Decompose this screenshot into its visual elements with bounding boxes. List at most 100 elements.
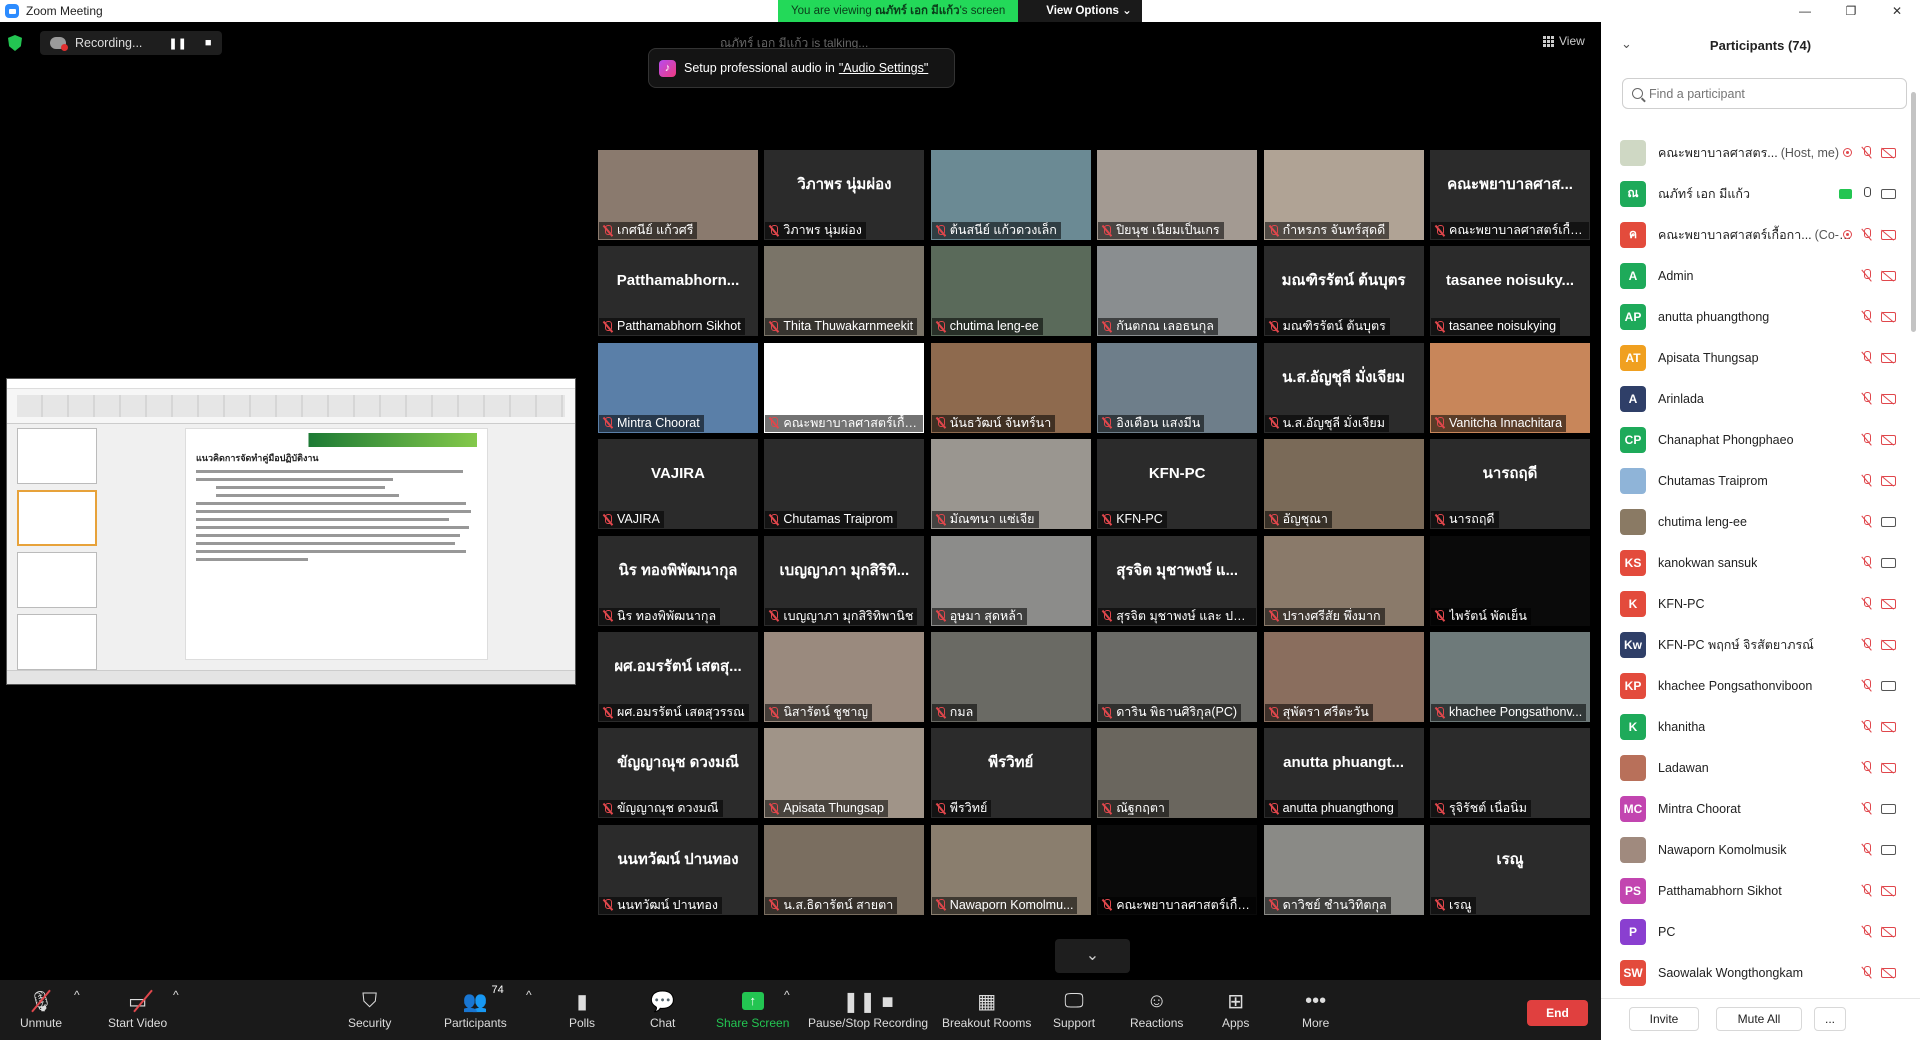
video-tile[interactable]: พีรวิทย์ พีรวิทย์ bbox=[930, 728, 1091, 819]
share-screen-button[interactable]: ↑ Share Screen bbox=[716, 988, 789, 1030]
video-tile[interactable]: นิสารัตน์ ชูชาญ bbox=[764, 632, 925, 722]
participant-row[interactable]: คณะพยาบาลศาสตร... (Host, me) bbox=[1601, 132, 1920, 173]
search-input[interactable] bbox=[1649, 86, 1879, 101]
video-tile[interactable]: ปรางศรีสัย พึ่งมาก bbox=[1263, 535, 1424, 626]
video-tile[interactable]: คณะพยาบาลศาสตร์เกื้อก... bbox=[764, 342, 925, 433]
video-tile[interactable]: Patthamabhorn... Patthamabhorn Sikhot bbox=[598, 246, 758, 337]
video-tile[interactable]: อุษมา สุดหล้า bbox=[930, 535, 1091, 626]
video-tile[interactable]: นันธวัฒน์ จันทร์นา bbox=[930, 342, 1091, 433]
participant-row[interactable]: SW Saowalak Wongthongkam bbox=[1601, 952, 1920, 993]
maximize-icon[interactable]: ❐ bbox=[1828, 0, 1874, 22]
participant-row[interactable]: Nawaporn Komolmusik bbox=[1601, 829, 1920, 870]
video-tile[interactable]: Nawaporn Komolmu... bbox=[930, 824, 1091, 915]
video-tile[interactable]: นารถฤดี นารถฤดี bbox=[1430, 439, 1590, 530]
video-tile[interactable]: ผศ.อมรรัตน์ เสตสุ... ผศ.อมรรัตน์ เสตสุวรร… bbox=[598, 632, 758, 722]
video-tile[interactable]: เบญญาภา มุกสิริทิ... เบญญาภา มุกสิริทิพาน… bbox=[764, 535, 925, 626]
pause-recording-icon[interactable]: ❚❚ bbox=[168, 37, 186, 50]
video-tile[interactable]: Apisata Thungsap bbox=[764, 728, 925, 819]
audio-options-chevron-icon[interactable]: ^ bbox=[74, 988, 80, 1002]
participant-row[interactable]: Kw KFN-PC พฤกษ์ จิรสัตยาภรณ์ bbox=[1601, 624, 1920, 665]
video-tile[interactable]: กมล bbox=[930, 632, 1091, 722]
breakout-rooms-button[interactable]: ▦ Breakout Rooms bbox=[942, 988, 1031, 1031]
participant-row[interactable]: Kkhanitha bbox=[1601, 706, 1920, 747]
video-tile[interactable]: chutima leng-ee bbox=[930, 246, 1091, 337]
video-tile[interactable]: Thita Thuwakarnmeekit bbox=[764, 246, 925, 337]
participant-row[interactable]: chutima leng-ee bbox=[1601, 501, 1920, 542]
video-tile[interactable]: ไพรัตน์ พัดเย็น bbox=[1430, 535, 1590, 626]
video-tile[interactable]: anutta phuangt... anutta phuangthong bbox=[1263, 728, 1424, 819]
participant-row[interactable]: AP anutta phuangthong bbox=[1601, 296, 1920, 337]
more-button[interactable]: ••• More bbox=[1302, 988, 1329, 1031]
participant-row[interactable]: K KFN-PC bbox=[1601, 583, 1920, 624]
collapse-chevron-icon[interactable]: ⌄ bbox=[1621, 36, 1632, 52]
video-tile[interactable]: อิงเตือน แสงมีน bbox=[1097, 342, 1258, 433]
participant-row[interactable]: Ladawan bbox=[1601, 747, 1920, 788]
video-tile[interactable]: น.ส.อัญชุลี มั่งเจียม น.ส.อัญชุลี มั่งเจี… bbox=[1263, 342, 1424, 433]
apps-button[interactable]: ⊞ Apps bbox=[1222, 988, 1249, 1031]
gallery-next-page-button[interactable]: ⌄ bbox=[1055, 939, 1130, 973]
video-tile[interactable]: อัญชุณา bbox=[1263, 439, 1424, 530]
video-tile[interactable]: กันตกณ เลอธนกุล bbox=[1097, 246, 1258, 337]
close-icon[interactable]: ✕ bbox=[1874, 0, 1920, 22]
video-tile[interactable]: นิร ทองพิพัฒนากุล นิร ทองพิพัฒนากุล bbox=[598, 535, 758, 626]
video-tile[interactable]: Mintra Choorat bbox=[598, 342, 758, 433]
participant-row[interactable]: KP khachee Pongsathonviboon bbox=[1601, 665, 1920, 706]
video-tile[interactable]: สุพัตรา ศรีตะวัน bbox=[1263, 632, 1424, 722]
video-tile[interactable]: Chutamas Traiprom bbox=[764, 439, 925, 530]
video-tile[interactable]: ดาวิชย์ ชำนวิทิตกุล bbox=[1263, 824, 1424, 915]
video-tile[interactable]: คณะพยาบาลศาสตร์เกื้อก... bbox=[1097, 824, 1258, 915]
participant-row[interactable]: CP Chanaphat Phongphaeo bbox=[1601, 419, 1920, 460]
view-button[interactable]: View bbox=[1543, 34, 1585, 48]
participant-row[interactable]: A Arinlada bbox=[1601, 378, 1920, 419]
video-tile[interactable]: ขัญญาณุช ดวงมณี ขัญญาณุช ดวงมณี bbox=[598, 728, 758, 819]
video-tile[interactable]: ณัฐกฤตา bbox=[1097, 728, 1258, 819]
panel-more-button[interactable]: ... bbox=[1814, 1007, 1846, 1031]
share-options-chevron-icon[interactable]: ^ bbox=[784, 988, 790, 1002]
start-video-button[interactable]: ▭ Start Video bbox=[108, 988, 167, 1030]
video-tile[interactable]: นนทวัฒน์ ปานทอง นนทวัฒน์ ปานทอง bbox=[598, 824, 758, 915]
video-tile[interactable]: khachee Pongsathonv... bbox=[1430, 632, 1590, 722]
video-tile[interactable]: ดาริน พิธานศิริกุล(PC) bbox=[1097, 632, 1258, 722]
participant-row[interactable]: PS Patthamabhorn Sikhot bbox=[1601, 870, 1920, 911]
encryption-shield-icon[interactable] bbox=[8, 35, 22, 51]
participant-row[interactable]: ณ ณภัทร์ เอก มีแก้ว bbox=[1601, 173, 1920, 214]
end-meeting-button[interactable]: End bbox=[1527, 1000, 1588, 1026]
video-tile[interactable]: มัณฑนา แซ่เจีย bbox=[930, 439, 1091, 530]
security-button[interactable]: ⛉ Security bbox=[348, 988, 391, 1031]
video-tile[interactable]: สุรจิต มุชาพงษ์ แ... สุรจิต มุชาพงษ์ และ … bbox=[1097, 535, 1258, 626]
video-tile[interactable]: Vanitcha Innachitara bbox=[1430, 342, 1590, 433]
stop-recording-icon[interactable]: ■ bbox=[205, 37, 212, 50]
support-button[interactable]: 🖵 Support bbox=[1053, 988, 1095, 1031]
view-options-button[interactable]: View Options ⌄ bbox=[1018, 0, 1142, 22]
video-tile[interactable]: ต้นสนีย์ แก้วดวงเล็ก bbox=[930, 150, 1091, 240]
minimize-icon[interactable]: — bbox=[1782, 0, 1828, 22]
participant-row[interactable]: A Admin bbox=[1601, 255, 1920, 296]
video-tile[interactable]: VAJIRA VAJIRA bbox=[598, 439, 758, 530]
video-tile[interactable]: กำหรภร จันทร์สุดดี bbox=[1263, 150, 1424, 240]
chat-button[interactable]: 💬 Chat bbox=[650, 988, 675, 1031]
shared-screen[interactable]: แนวคิดการจัดทำคู่มือปฏิบัติงาน bbox=[6, 378, 576, 685]
participants-button[interactable]: 👥 74 Participants bbox=[444, 984, 507, 1030]
participants-options-chevron-icon[interactable]: ^ bbox=[526, 988, 532, 1002]
reactions-button[interactable]: ☺ Reactions bbox=[1130, 988, 1183, 1031]
polls-button[interactable]: ▮ Polls bbox=[569, 988, 595, 1031]
video-tile[interactable]: มณฑิรรัตน์ ต้นบุตร มณฑิรรัตน์ ต้นบุตร bbox=[1263, 246, 1424, 337]
video-tile[interactable]: ปิยนุช เนียมเป็นเกร bbox=[1097, 150, 1258, 240]
participant-row[interactable]: P PC bbox=[1601, 911, 1920, 952]
audio-settings-link[interactable]: "Audio Settings" bbox=[839, 61, 928, 75]
participant-row[interactable]: AT Apisata Thungsap bbox=[1601, 337, 1920, 378]
invite-button[interactable]: Invite bbox=[1629, 1007, 1699, 1031]
participant-row[interactable]: ค คณะพยาบาลศาสตร์เกื้อกา...(Co-host) bbox=[1601, 214, 1920, 255]
video-options-chevron-icon[interactable]: ^ bbox=[173, 988, 179, 1002]
video-tile[interactable]: รุจิรัชต์ เนื่อนิ่ม bbox=[1430, 728, 1590, 819]
video-tile[interactable]: KFN-PC KFN-PC bbox=[1097, 439, 1258, 530]
video-tile[interactable]: เรณู เรณู bbox=[1430, 824, 1590, 915]
pause-stop-recording-button[interactable]: ❚❚ ■ Pause/Stop Recording bbox=[808, 988, 928, 1031]
participant-row[interactable]: Chutamas Traiprom bbox=[1601, 460, 1920, 501]
participant-row[interactable]: KS kanokwan sansuk bbox=[1601, 542, 1920, 583]
video-tile[interactable]: tasanee noisuky... tasanee noisukying bbox=[1430, 246, 1590, 337]
video-tile[interactable]: คณะพยาบาลศาส... คณะพยาบาลศาสตร์เกื้อการุณ… bbox=[1430, 150, 1590, 240]
participant-row[interactable]: MC Mintra Choorat bbox=[1601, 788, 1920, 829]
unmute-button[interactable]: 🎙 Unmute bbox=[20, 988, 62, 1030]
mute-all-button[interactable]: Mute All bbox=[1716, 1007, 1802, 1031]
